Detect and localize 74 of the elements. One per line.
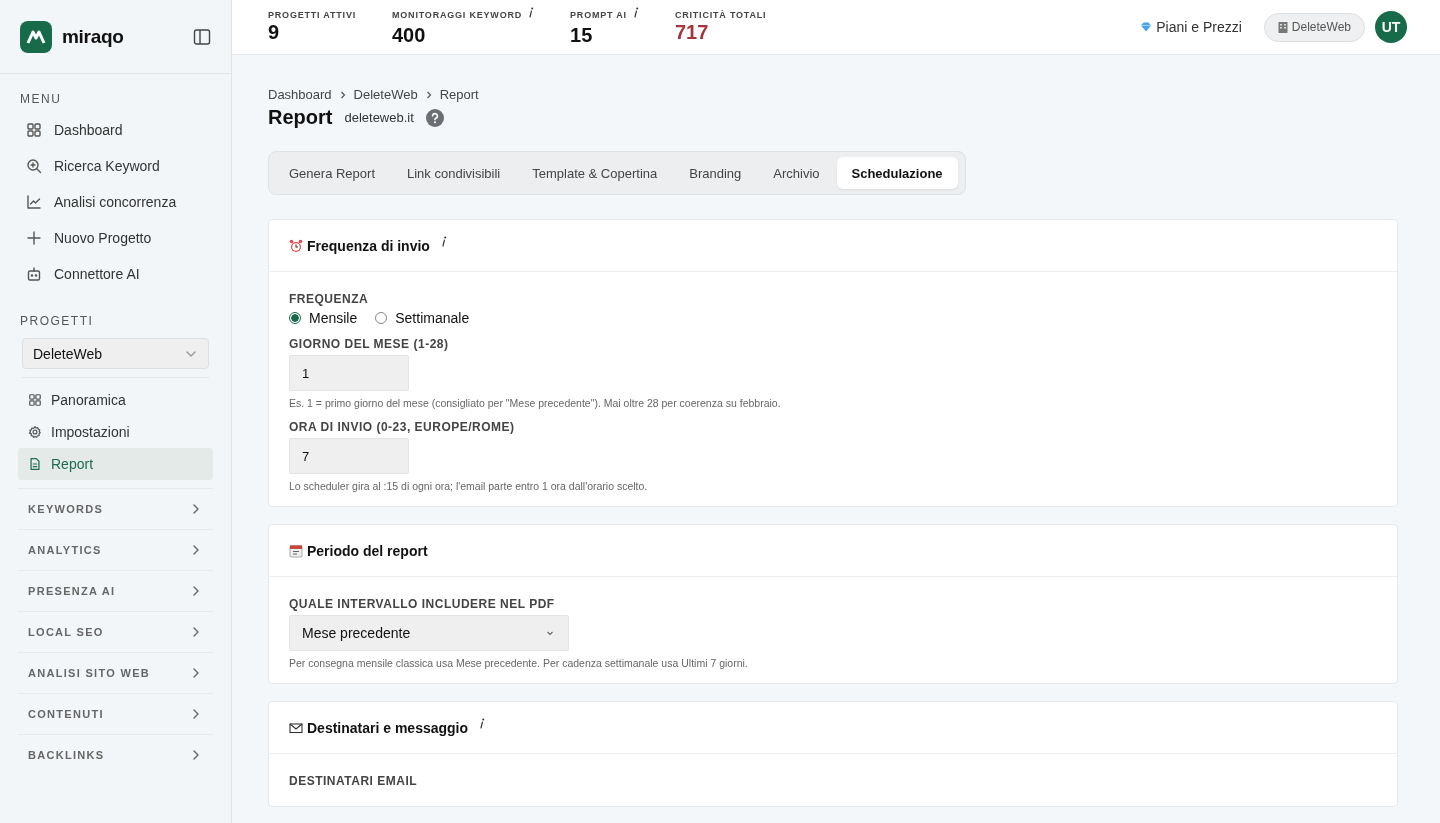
section-toggle[interactable]: ANALISI SITO WEB [18,652,213,693]
breadcrumb-link[interactable]: Report [439,87,479,102]
section-toggle[interactable]: LOCAL SEO [18,611,213,652]
tab[interactable]: Link condivisibili [392,157,516,189]
workspace-button[interactable]: DeleteWeb [1263,12,1365,42]
section-toggle[interactable]: ANALYTICS [18,529,213,570]
stat-label: CRITICITÀ TOTALI [674,9,767,20]
stat-label: PROMPT AI [570,9,627,20]
sidebar-toggle-icon[interactable] [193,27,211,46]
help-icon[interactable] [425,108,444,127]
brand-name: miraqo [62,25,124,48]
stat-value: 9 [268,21,281,43]
card-title: Periodo del report [307,542,428,559]
input-field[interactable]: 7 [289,438,409,474]
input-field[interactable]: 1 [289,355,409,391]
section-toggle[interactable]: PRESENZA AI [18,570,213,611]
hint-text: Per consegna mensile classica usa Mese precedente. Per cadenza settimanale usa Ultimi 7 giorni. [289,657,749,669]
tab[interactable]: Template & Copertina [517,157,673,189]
field-label: FREQUENZA [289,292,370,306]
tab[interactable]: Genera Report [274,157,390,189]
robot-icon [26,266,42,282]
menu-item[interactable]: Dashboard [18,112,213,148]
domain-label: deleteweb.it [344,110,414,125]
plus-icon [26,230,42,246]
tab[interactable]: Archivio [758,157,835,189]
radio-option[interactable]: Settimanale [375,310,470,326]
section-toggle[interactable]: CONTENUTI [18,693,213,734]
menu-item[interactable]: Nuovo Progetto [18,220,213,256]
stat-value: 717 [674,21,710,43]
hint-text: Es. 1 = primo giorno del mese (consigliato per "Mese precedente"). Mai oltre 28 per coerenza su febbraio. [289,397,782,409]
field-label: GIORNO DEL MESE (1-28) [289,337,450,351]
stat-label: PROGETTI ATTIVI [268,9,356,20]
diamond-icon [1140,21,1153,33]
building-icon [1277,21,1288,33]
pricing-link[interactable]: Piani e Prezzi [1140,19,1242,35]
document-icon [28,457,42,471]
tab[interactable]: Branding [674,157,757,189]
field-label: ORA DI INVIO (0-23, EUROPE/ROME) [289,420,516,434]
field-label: DESTINATARI EMAIL [289,774,419,788]
stat-label: MONITORAGGI KEYWORD [392,9,523,20]
alarm-clock-icon [289,238,303,253]
hint-text: Lo scheduler gira al :15 di ogni ora; l'email parte entro 1 ora dall'orario scelto. [289,480,649,492]
menu-item[interactable]: Analisi concorrenza [18,184,213,220]
logo[interactable]: miraqo [20,20,124,53]
tab[interactable]: Schedulazione [836,157,958,189]
nav-item[interactable]: Report [18,448,213,480]
page-title: Report [268,106,333,129]
card-title: Destinatari e messaggio [307,719,469,736]
grid-icon [26,122,42,138]
breadcrumb-link[interactable]: Dashboard [268,87,332,102]
card-title: Frequenza di invio [307,237,430,254]
section-heading: PROGETTI [19,313,95,330]
select-field[interactable]: Mese precedente [289,615,569,651]
section-toggle[interactable]: BACKLINKS [18,734,213,775]
stat-value: 400 [392,24,427,46]
nav-item[interactable]: Impostazioni [18,416,213,448]
menu-item[interactable]: Connettore AI [18,256,213,292]
project-select[interactable]: DeleteWeb [22,338,209,369]
radio-option[interactable]: Mensile [289,310,358,326]
envelope-icon [289,720,303,735]
calendar-icon [289,543,303,558]
field-label: QUALE INTERVALLO INCLUDERE NEL PDF [289,597,556,611]
line-chart-icon [26,194,42,210]
nav-item[interactable]: Panoramica [18,384,213,416]
menu-item[interactable]: Ricerca Keyword [18,148,213,184]
stat-value: 15 [570,24,594,46]
grid-icon [28,393,42,407]
user-avatar[interactable]: UT [1375,11,1407,43]
gear-icon [28,425,42,439]
section-toggle[interactable]: KEYWORDS [18,488,213,529]
logo-icon [20,20,52,53]
search-icon [26,158,42,174]
breadcrumb-link[interactable]: DeleteWeb [353,87,418,102]
section-heading: MENU [19,91,63,108]
